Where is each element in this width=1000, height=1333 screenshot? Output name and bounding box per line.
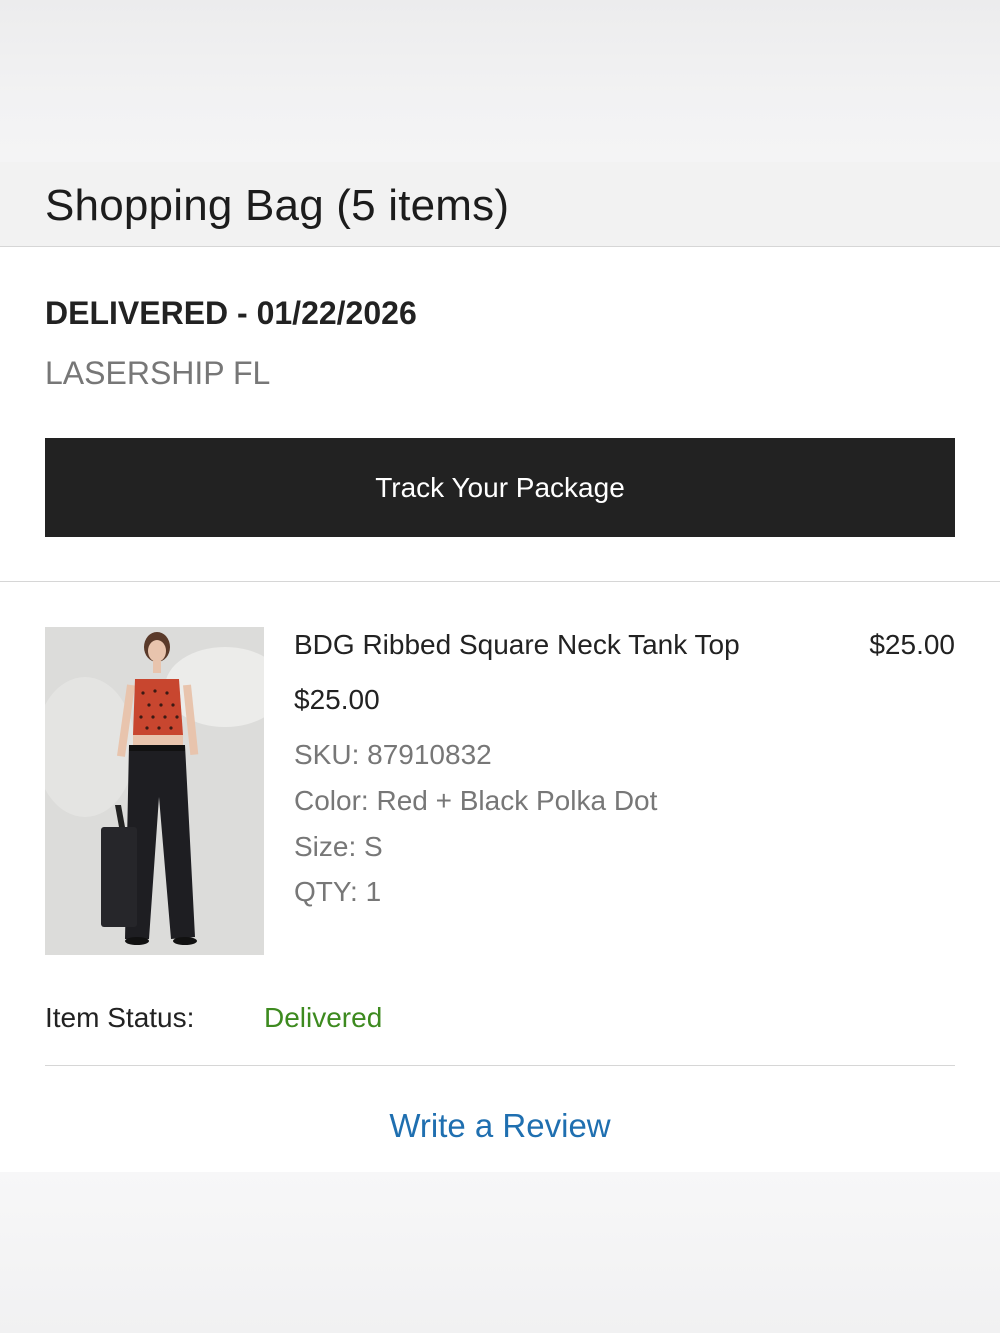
- delivery-status: DELIVERED - 01/22/2026: [45, 295, 417, 331]
- unit-price: $25.00: [294, 684, 380, 715]
- line-total-price: $25.00: [869, 629, 955, 660]
- background-top: [0, 0, 1000, 162]
- shopping-bag-header: Shopping Bag (5 items): [0, 162, 1000, 247]
- item-divider: [45, 1065, 955, 1066]
- product-quantity: QTY: 1: [294, 876, 382, 907]
- item-status-value: Delivered: [264, 1002, 383, 1033]
- product-name[interactable]: BDG Ribbed Square Neck Tank Top: [294, 629, 740, 661]
- item-status-label: Item Status:: [45, 1002, 195, 1033]
- product-size: Size: S: [294, 831, 383, 862]
- write-review-link[interactable]: Write a Review: [0, 1107, 1000, 1145]
- section-divider: [0, 581, 1000, 582]
- track-package-button[interactable]: Track Your Package: [45, 438, 955, 537]
- order-card: DELIVERED - 01/22/2026 LASERSHIP FL Trac…: [0, 247, 1000, 1172]
- product-sku: SKU: 87910832: [294, 739, 492, 770]
- page-title: Shopping Bag (5 items): [45, 181, 510, 230]
- carrier-name: LASERSHIP FL: [45, 355, 271, 391]
- product-image[interactable]: [45, 627, 264, 955]
- background-bottom: [0, 1172, 1000, 1333]
- product-color: Color: Red + Black Polka Dot: [294, 785, 658, 816]
